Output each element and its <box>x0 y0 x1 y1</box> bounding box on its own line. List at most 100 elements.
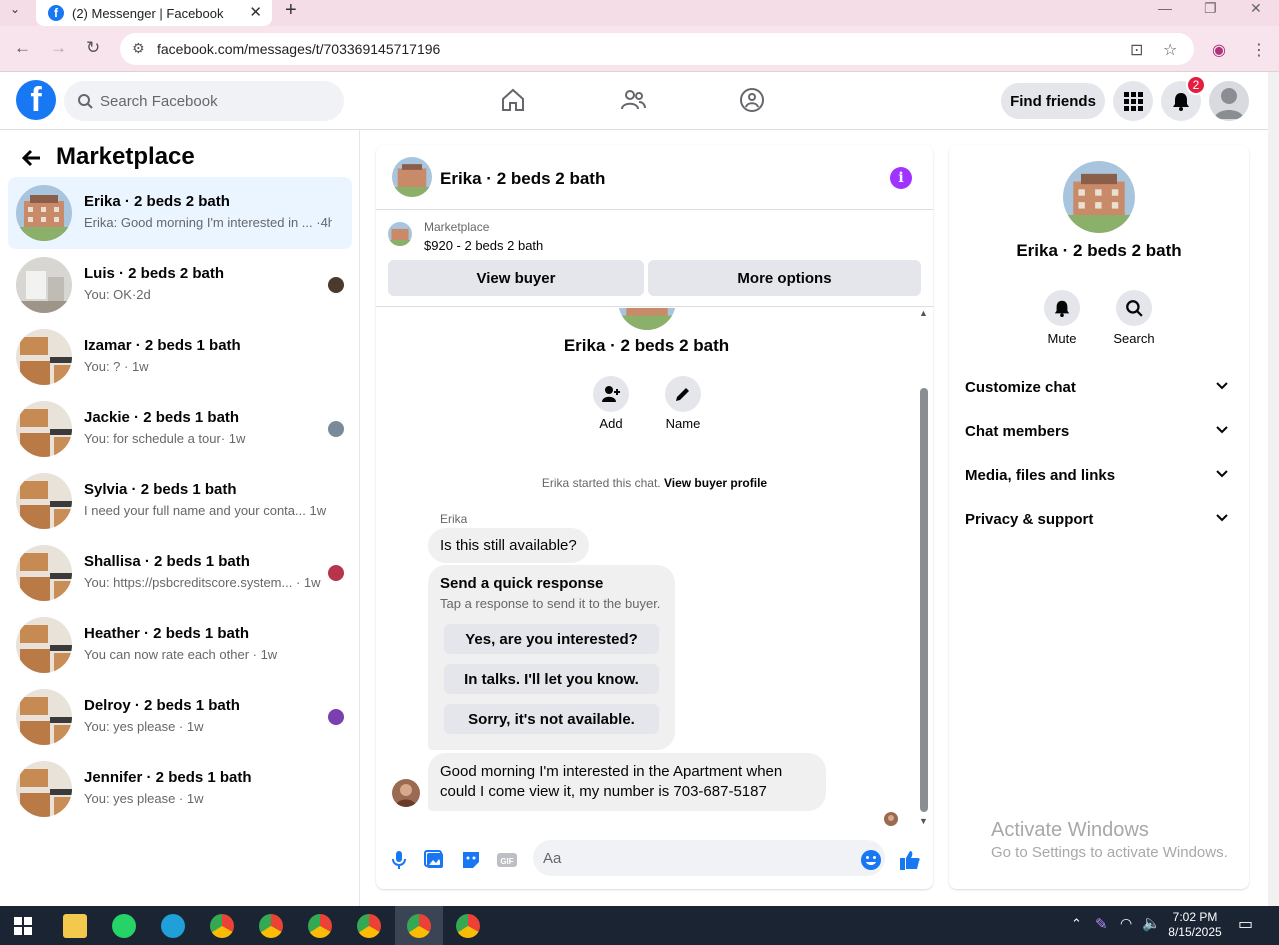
chrome-profile-icon[interactable] <box>308 914 332 938</box>
forward-icon[interactable]: → <box>50 38 67 58</box>
view-buyer-button[interactable]: View buyer <box>388 260 644 296</box>
browser-tab-strip: ⌄ f (2) Messenger | Facebook ✕ + — ❐ ✕ <box>0 0 1279 26</box>
message-scrollbar[interactable]: ▲ ▼ <box>917 308 929 828</box>
taskbar-clock[interactable]: 7:02 PM 8/15/2025 <box>1160 910 1230 940</box>
chrome-icon[interactable] <box>210 914 234 938</box>
emoji-icon[interactable] <box>860 849 882 871</box>
window-close-icon[interactable]: ✕ <box>1250 0 1262 17</box>
scroll-down-icon[interactable]: ▼ <box>919 816 928 826</box>
section-privacy-support[interactable]: Privacy & support <box>965 499 1233 539</box>
account-avatar[interactable] <box>1209 81 1249 121</box>
file-explorer-icon[interactable] <box>63 914 87 938</box>
chrome-profile-icon[interactable] <box>259 914 283 938</box>
chat-profile-thumbnail <box>618 308 676 330</box>
menu-grid-icon[interactable] <box>1113 81 1153 121</box>
home-icon[interactable] <box>500 87 526 113</box>
conversation-item[interactable]: Sylvia · 2 beds 1 bath I need your full … <box>8 465 352 537</box>
like-thumbs-up-icon[interactable] <box>899 849 921 871</box>
profile-icon[interactable]: ◉ <box>1212 40 1226 60</box>
reload-icon[interactable]: ↻ <box>86 38 100 58</box>
chat-title[interactable]: Erika · 2 beds 2 bath <box>440 169 605 189</box>
add-person-icon[interactable] <box>593 376 629 412</box>
chrome-profile-icon[interactable] <box>357 914 381 938</box>
sidebar-title: Marketplace <box>56 143 195 170</box>
close-tab-icon[interactable]: ✕ <box>249 3 262 21</box>
windows-start-icon[interactable] <box>14 917 32 935</box>
quick-response-button[interactable]: Sorry, it's not available. <box>444 704 659 734</box>
sender-name: Erika <box>440 512 468 526</box>
url-field[interactable]: ⚙ facebook.com/messages/t/70336914571719… <box>120 33 1194 65</box>
groups-icon[interactable] <box>739 87 765 113</box>
minimize-icon[interactable]: — <box>1158 0 1172 16</box>
edge-browser-icon[interactable] <box>161 914 185 938</box>
microphone-icon[interactable] <box>388 849 410 871</box>
marketplace-listing-bar: Marketplace $920 - 2 beds 2 bath View bu… <box>376 210 933 307</box>
browser-tab[interactable]: f (2) Messenger | Facebook ✕ <box>36 0 272 26</box>
section-customize-chat[interactable]: Customize chat <box>965 367 1233 407</box>
edit-name-icon[interactable] <box>665 376 701 412</box>
scroll-up-icon[interactable]: ▲ <box>919 308 928 318</box>
section-label: Chat members <box>965 422 1070 440</box>
back-icon[interactable]: ← <box>14 38 31 58</box>
friends-icon[interactable] <box>620 87 646 113</box>
page-scrollbar[interactable] <box>1268 72 1279 906</box>
notification-center-icon[interactable]: ▭ <box>1238 914 1253 934</box>
chat-thumbnail[interactable] <box>392 157 432 197</box>
more-options-button[interactable]: More options <box>648 260 921 296</box>
conversation-preview: You: OK·2d <box>84 287 151 302</box>
facebook-favicon-icon: f <box>48 5 64 21</box>
quick-response-button[interactable]: In talks. I'll let you know. <box>444 664 659 694</box>
gif-icon[interactable]: GIF <box>496 849 518 871</box>
conversation-item[interactable]: Shallisa · 2 beds 1 bath You: https://ps… <box>8 537 352 609</box>
site-info-icon[interactable]: ⚙ <box>132 40 145 57</box>
chrome-profile-icon[interactable] <box>407 914 431 938</box>
volume-icon[interactable]: 🔈 <box>1142 914 1161 932</box>
sticker-icon[interactable] <box>460 849 482 871</box>
find-friends-button[interactable]: Find friends <box>1001 83 1105 119</box>
notification-badge: 2 <box>1186 75 1206 95</box>
restore-icon[interactable]: ❐ <box>1204 0 1217 17</box>
section-media-files-links[interactable]: Media, files and links <box>965 455 1233 495</box>
quick-response-card: Send a quick response Tap a response to … <box>428 565 675 750</box>
conversation-item[interactable]: Delroy · 2 beds 1 bath You: yes please ·… <box>8 681 352 753</box>
conversation-item[interactable]: Heather · 2 beds 1 bath You can now rate… <box>8 609 352 681</box>
whatsapp-icon[interactable] <box>112 914 136 938</box>
new-tab-icon[interactable]: + <box>285 0 297 22</box>
info-icon[interactable]: i <box>890 167 912 189</box>
browser-menu-icon[interactable]: ⋮ <box>1251 40 1267 60</box>
chrome-profile-icon[interactable] <box>456 914 480 938</box>
back-arrow-icon[interactable] <box>20 146 44 170</box>
search-conversation-icon[interactable] <box>1116 290 1152 326</box>
conversation-item[interactable]: Erika · 2 beds 2 bath Erika: Good mornin… <box>8 177 352 249</box>
facebook-logo-icon[interactable]: f <box>16 80 56 120</box>
listing-thumbnail <box>16 401 72 457</box>
search-input[interactable]: Search Facebook <box>64 81 344 121</box>
sender-avatar[interactable] <box>392 779 420 807</box>
quick-response-button[interactable]: Yes, are you interested? <box>444 624 659 654</box>
chevron-down-icon <box>1216 382 1228 390</box>
read-receipt-avatar <box>328 709 344 725</box>
pen-tray-icon[interactable]: ✎ <box>1095 915 1108 933</box>
message-input[interactable]: Aa <box>533 840 885 876</box>
bookmark-star-icon[interactable]: ☆ <box>1163 40 1177 60</box>
conversation-item[interactable]: Jackie · 2 beds 1 bath You: for schedule… <box>8 393 352 465</box>
url-text: facebook.com/messages/t/703369145717196 <box>157 41 441 57</box>
network-icon[interactable]: ◠ <box>1120 915 1132 932</box>
conversation-preview: I need your full name and your conta... … <box>84 503 327 518</box>
mute-label: Mute <box>1047 331 1077 346</box>
listing-price[interactable]: $920 - 2 beds 2 bath <box>424 238 543 253</box>
conversation-preview: Erika: Good morning I'm interested in ..… <box>84 215 332 230</box>
photo-icon[interactable] <box>424 849 446 871</box>
tab-search-icon[interactable]: ⌄ <box>10 2 20 16</box>
conversation-item[interactable]: Izamar · 2 beds 1 bath You: ? · 1w <box>8 321 352 393</box>
conversation-item[interactable]: Luis · 2 beds 2 bath You: OK·2d <box>8 249 352 321</box>
view-buyer-profile-link[interactable]: View buyer profile <box>664 476 767 490</box>
install-app-icon[interactable]: ⊡ <box>1130 40 1143 60</box>
conversation-item[interactable]: Jennifer · 2 beds 1 bath You: yes please… <box>8 753 352 825</box>
mute-bell-icon[interactable] <box>1044 290 1080 326</box>
clock-time: 7:02 PM <box>1172 910 1218 924</box>
section-chat-members[interactable]: Chat members <box>965 411 1233 451</box>
scrollbar-thumb[interactable] <box>920 388 928 812</box>
show-hidden-icons-icon[interactable]: ⌃ <box>1071 916 1082 932</box>
listing-thumbnail <box>16 257 72 313</box>
